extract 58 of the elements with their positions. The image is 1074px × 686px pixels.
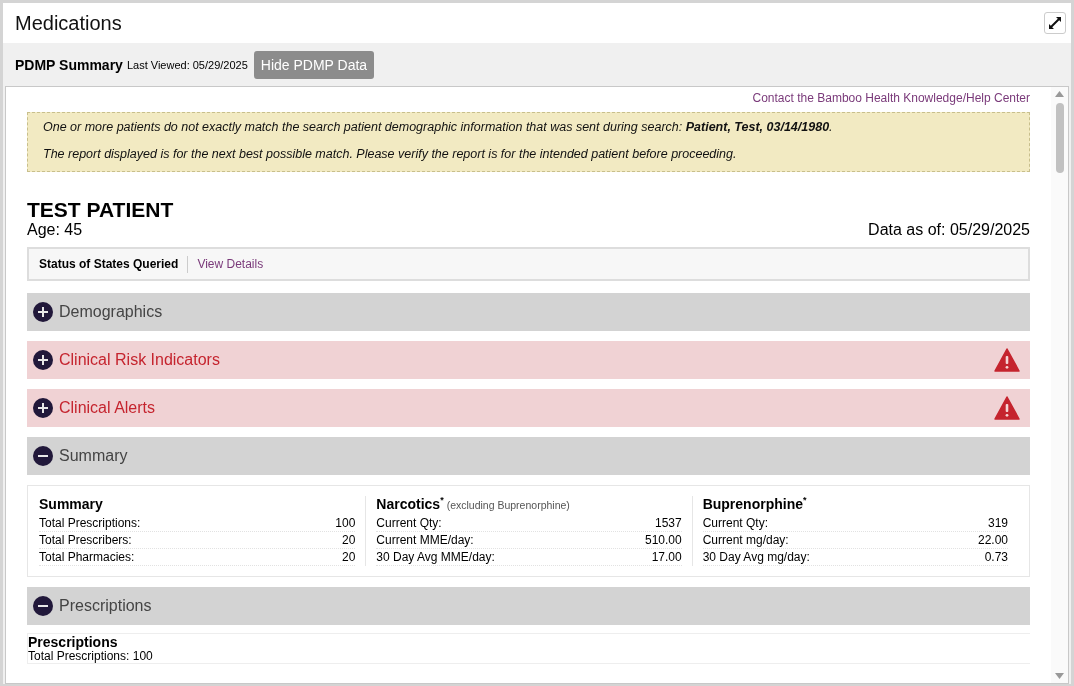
window-title: Medications [15,11,122,35]
stat-label: Current Qty: [376,515,442,531]
section-title: Summary [59,447,129,465]
collapse-icon[interactable] [33,446,53,466]
expand-icon[interactable] [33,302,53,322]
states-label: Status of States Queried [39,255,189,273]
section-header[interactable]: Prescriptions [27,587,1030,625]
help-center-link[interactable]: Contact the Bamboo Health Knowledge/Help Center [752,91,1030,105]
prescriptions-heading: Prescriptions [28,634,119,650]
stat-label: Current MME/day: [376,532,474,548]
warning-icon [994,348,1020,372]
stat-label: Total Prescriptions: [39,515,141,531]
stat-label: 30 Day Avg mg/day: [702,549,810,565]
stat-label: Total Prescribers: [39,532,132,548]
section-header[interactable]: Clinical Risk Indicators [27,341,1030,379]
patient-age: Age: 45 [27,221,83,239]
section-title: Demographics [59,303,164,321]
stat-value: 20 [341,532,356,548]
stat-label: 30 Day Avg MME/day: [376,549,495,565]
section-header[interactable]: Clinical Alerts [27,389,1030,427]
last-viewed: Last Viewed: 05/29/2025 [126,58,248,71]
maximize-button[interactable] [1044,12,1066,34]
section-header[interactable]: Demographics [27,293,1030,331]
expand-icon[interactable] [33,398,53,418]
notice-text: One or more patients do not exactly match the search patient demographic information that was sent during search: Patient, Test, 03/14/1980. [43,120,834,134]
scrollbar-thumb[interactable] [1055,103,1064,173]
section-title: Clinical Risk Indicators [59,351,221,369]
notice-text: The report displayed is for the next best possible match. Please verify the report is for the intended patient before proceeding. [43,147,738,161]
scroll-down-icon[interactable] [1055,673,1064,679]
section-title: Prescriptions [59,597,153,615]
section-header[interactable]: Summary [27,437,1030,475]
pdmp-title: PDMP Summary [15,56,123,73]
stat-value: 17.00 [651,549,682,565]
view-details-link[interactable]: View Details [197,257,264,271]
stat-value: 100 [335,515,356,531]
section-title: Clinical Alerts [59,399,157,417]
stat-value: 22.00 [977,532,1008,548]
column-title: Narcotics$^{*}$ (excluding Buprenorphine) [376,496,571,512]
stat-value: 0.73 [984,549,1008,565]
data-date: Data as of: 05/29/2025 [868,221,1030,239]
diagonal-arrows-icon [1048,16,1062,30]
collapse-icon[interactable] [33,596,53,616]
column-title: Summary [39,496,104,512]
stat-label: Current mg/day: [702,532,789,548]
scroll-up-icon[interactable] [1055,91,1064,97]
scrollbar[interactable] [1051,87,1068,683]
warning-icon [994,396,1020,420]
hide-pdmp-button[interactable]: Hide PDMP Data [253,50,375,79]
stat-value: 20 [341,549,356,565]
stat-value: 1537 [654,515,682,531]
patient-name: TEST PATIENT [27,199,175,221]
stat-label: Current Qty: [702,515,768,531]
stat-value: 510.00 [644,532,682,548]
stat-label: Total Pharmacies: [39,549,135,565]
expand-icon[interactable] [33,350,53,370]
column-title: Buprenorphine$^{*}$ [702,496,808,512]
stat-value: 319 [987,515,1008,531]
prescriptions-total: Total Prescriptions: 100 [28,650,154,663]
